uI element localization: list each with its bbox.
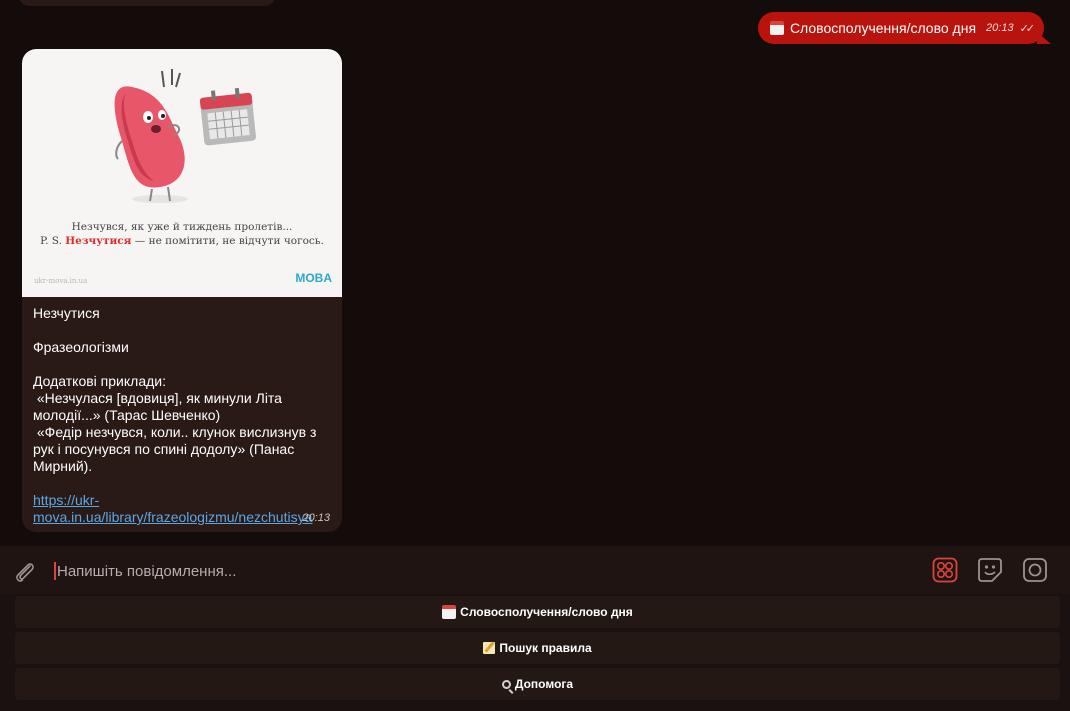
keyboard-button-label: Пошук правила: [499, 641, 592, 655]
paperclip-icon[interactable]: [12, 558, 38, 584]
reply-keyboard: Словосполучення/слово дня Пошук правила …: [0, 594, 1070, 711]
calendar-icon: [769, 21, 784, 35]
outgoing-message[interactable]: Словосполучення/слово дня 20:13 ✓✓: [757, 12, 1051, 44]
keyboard-button-word-of-day[interactable]: Словосполучення/слово дня: [15, 596, 1060, 628]
incoming-message-text: Незчутися Фразеологізми Додаткові прикла…: [33, 305, 333, 526]
caption-highlight: Незчутися: [65, 235, 132, 247]
video-message-icon[interactable]: [1021, 556, 1049, 584]
message-composer: [0, 546, 1070, 594]
incoming-message[interactable]: Незчувся, як уже й тиждень пролетів... P…: [22, 49, 342, 532]
illustration: [114, 69, 256, 203]
memo-icon: [483, 642, 496, 654]
outgoing-message-text: Словосполучення/слово дня: [789, 20, 977, 36]
bubble-tail: [1037, 32, 1051, 44]
message-input[interactable]: [57, 562, 897, 580]
message-image[interactable]: Незчувся, як уже й тиждень пролетів... P…: [22, 49, 342, 297]
chat-area: Словосполучення/слово дня 20:13 ✓✓ Незчу…: [0, 0, 1070, 546]
bot-keyboard-icon[interactable]: [931, 556, 959, 584]
keyboard-button-label: Словосполучення/слово дня: [460, 605, 633, 619]
image-site-watermark: ukr-mova.in.ua: [34, 277, 88, 285]
message-input-wrapper[interactable]: [54, 558, 914, 584]
keyboard-button-label: Допомога: [514, 677, 574, 691]
image-caption-line2: P. S. Незчутися — не помітити, не відчут…: [22, 235, 342, 247]
message-body: Незчутися Фразеологізми Додаткові прикла…: [33, 305, 317, 474]
caption-prefix: P. S.: [40, 235, 66, 247]
image-logo: MOBA: [295, 271, 332, 285]
incoming-message-time: 20:13: [302, 512, 330, 524]
message-link[interactable]: https://ukr-mova.in.ua/library/frazeolog…: [33, 492, 312, 525]
keyboard-button-rule-search[interactable]: Пошук правила: [15, 632, 1060, 664]
caption-rest: — не помітити, не відчути чогось.: [131, 235, 324, 247]
keyboard-button-help[interactable]: Допомога: [15, 668, 1060, 700]
text-caret: [54, 562, 56, 580]
double-check-icon: ✓✓: [1019, 22, 1036, 35]
calendar-icon: [442, 605, 457, 619]
outgoing-message-time: 20:13: [986, 22, 1014, 34]
sticker-icon[interactable]: [976, 556, 1004, 584]
previous-message-bubble[interactable]: [18, 0, 276, 6]
magnifier-icon: [501, 679, 511, 689]
image-caption-line1: Незчувся, як уже й тиждень пролетів...: [71, 221, 293, 233]
